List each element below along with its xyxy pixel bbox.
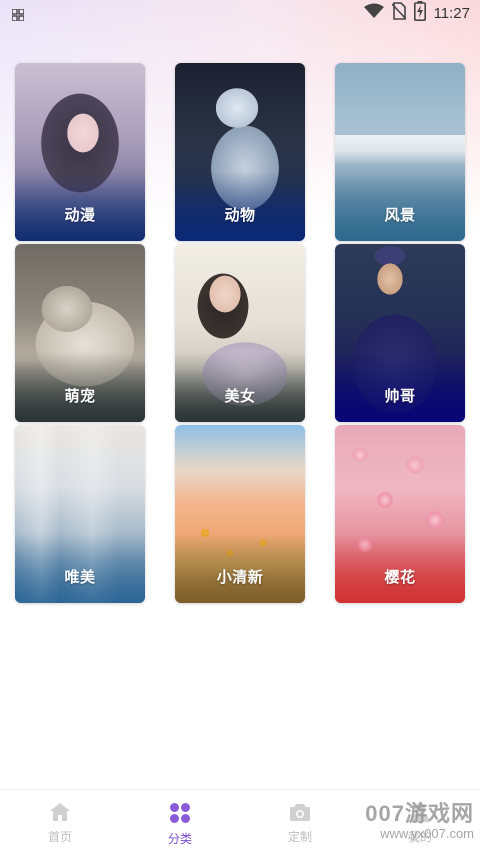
grid-icon [11, 6, 25, 25]
nav-label-home: 首页 [47, 830, 72, 844]
category-label: 美女 [224, 387, 256, 405]
watermark-title: 007游戏网 [365, 801, 474, 826]
wifi-icon [363, 3, 384, 23]
status-time: 11:27 [433, 4, 470, 22]
category-card-aesthetic[interactable]: 唯美 [15, 425, 145, 603]
no-sim-icon [390, 2, 407, 24]
battery-charging-icon [413, 1, 426, 25]
category-label: 唯美 [64, 568, 96, 586]
category-label: 小清新 [216, 568, 264, 586]
camera-icon [289, 804, 311, 826]
category-card-scenery[interactable]: 风景 [335, 63, 465, 241]
category-label: 风景 [384, 206, 416, 224]
category-card-animals[interactable]: 动物 [175, 63, 305, 241]
category-card-handsome[interactable]: 帅哥 [335, 244, 465, 422]
category-label: 萌宠 [64, 387, 96, 405]
status-bar: 11:27 [0, 0, 480, 26]
category-icon [169, 803, 191, 828]
category-label: 动物 [224, 206, 256, 224]
category-card-anime[interactable]: 动漫 [15, 63, 145, 241]
watermark-url: www.yx007.com [380, 826, 474, 841]
category-card-sakura[interactable]: 樱花 [335, 425, 465, 603]
home-icon [49, 803, 71, 826]
nav-item-category[interactable]: 分类 [140, 802, 220, 847]
nav-label-category: 分类 [167, 832, 192, 846]
category-label: 动漫 [64, 206, 96, 224]
nav-item-home[interactable]: 首页 [20, 802, 100, 845]
category-card-fresh[interactable]: 小清新 [175, 425, 305, 603]
category-card-pets[interactable]: 萌宠 [15, 244, 145, 422]
site-watermark: 007游戏网 www.yx007.com [365, 801, 474, 841]
nav-label-custom: 定制 [287, 830, 312, 844]
category-label: 帅哥 [384, 387, 416, 405]
nav-item-custom[interactable]: 定制 [260, 802, 340, 845]
category-card-beauty[interactable]: 美女 [175, 244, 305, 422]
category-label: 樱花 [384, 568, 416, 586]
